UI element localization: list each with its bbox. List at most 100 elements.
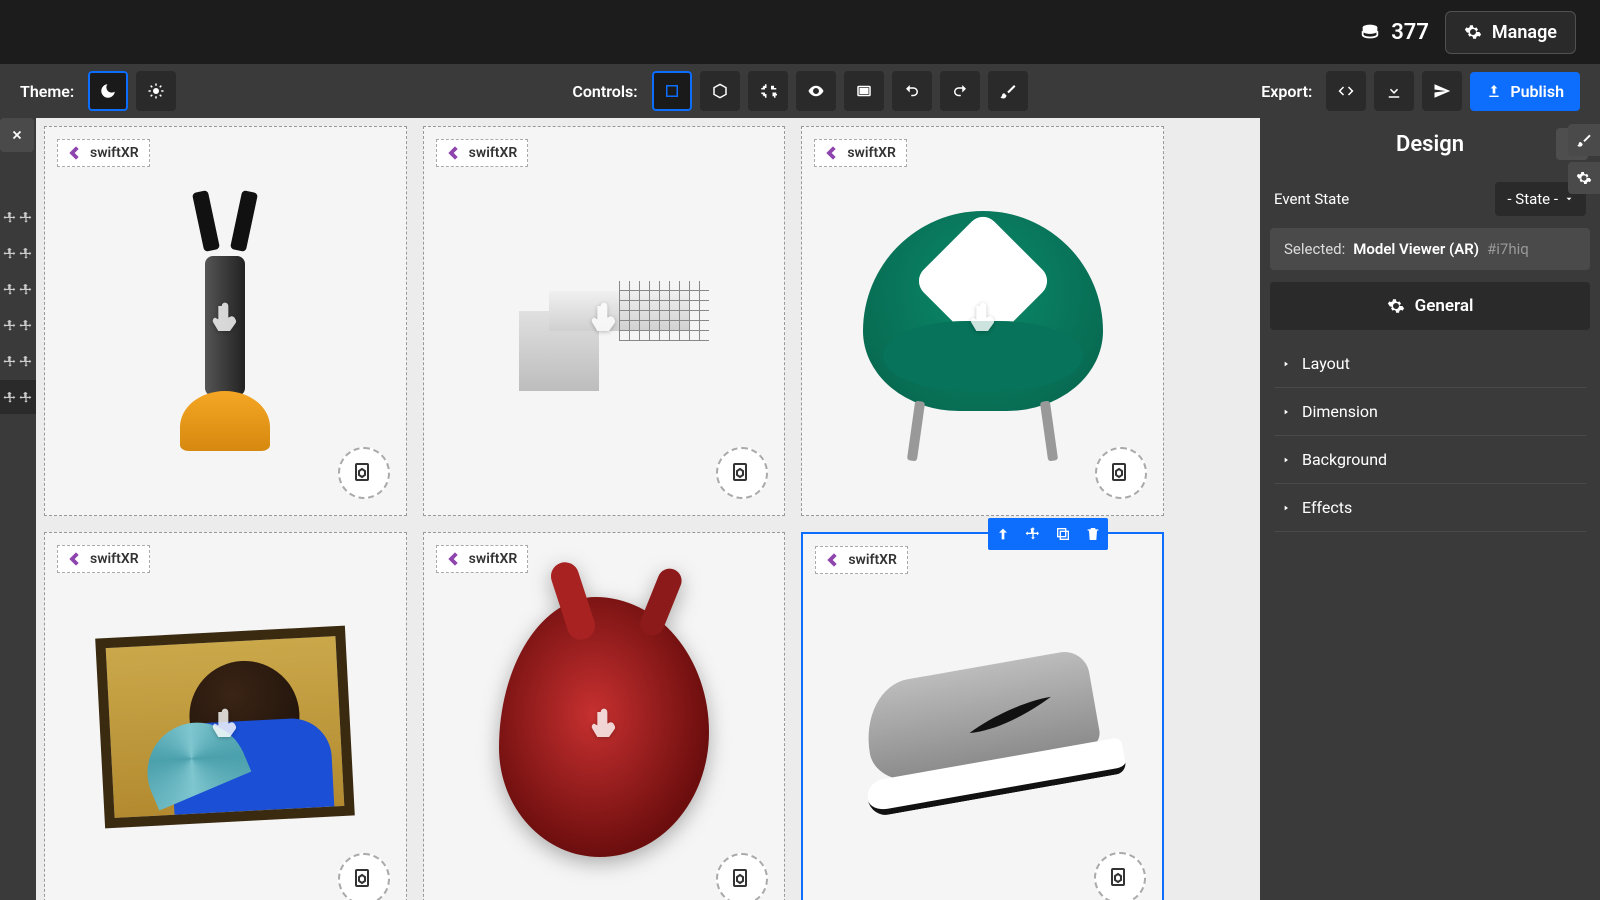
model-placeholder-robot xyxy=(170,191,280,451)
design-panel: Design Event State - State - Selected: M… xyxy=(1260,118,1600,900)
credits-value: 377 xyxy=(1391,20,1429,45)
chevron-down-icon xyxy=(1564,194,1574,204)
selection-move-button[interactable] xyxy=(1018,518,1048,550)
control-fullscreen-button[interactable] xyxy=(748,71,788,111)
publish-button[interactable]: Publish xyxy=(1470,72,1580,111)
upload-icon xyxy=(1486,83,1502,99)
rail-item-2[interactable] xyxy=(0,236,36,270)
ar-view-button[interactable] xyxy=(716,853,768,900)
left-rail xyxy=(0,118,36,900)
card-brand-badge: swiftXR xyxy=(57,545,150,573)
copy-icon xyxy=(1055,526,1071,542)
general-section-button[interactable]: General xyxy=(1270,282,1590,330)
control-clear-button[interactable] xyxy=(988,71,1028,111)
model-card[interactable]: swiftXR xyxy=(423,126,786,516)
control-preview-button[interactable] xyxy=(796,71,836,111)
swiftxr-logo-icon xyxy=(447,145,463,161)
theme-dark-button[interactable] xyxy=(88,71,128,111)
theme-light-button[interactable] xyxy=(136,71,176,111)
code-icon xyxy=(1337,82,1355,100)
model-placeholder-building xyxy=(499,251,709,391)
control-components-button[interactable] xyxy=(700,71,740,111)
swiftxr-logo-icon xyxy=(447,551,463,567)
ar-view-button[interactable] xyxy=(1094,852,1146,900)
model-placeholder-chair xyxy=(856,181,1108,461)
manage-label: Manage xyxy=(1492,22,1557,43)
download-icon xyxy=(1385,82,1403,100)
editor-toolbar: Theme: Controls: Export: Publish xyxy=(0,64,1600,118)
arrow-up-icon xyxy=(995,526,1011,542)
caret-right-icon xyxy=(1282,456,1290,464)
accordion-effects[interactable]: Effects xyxy=(1274,484,1586,532)
model-card[interactable]: swiftXR xyxy=(44,126,407,516)
publish-label: Publish xyxy=(1510,82,1564,101)
redo-icon xyxy=(951,82,969,100)
brush-icon xyxy=(1576,132,1592,148)
rail-item-5[interactable] xyxy=(0,344,36,378)
model-card-selected[interactable]: swiftXR xyxy=(801,532,1164,900)
brush-icon xyxy=(999,82,1017,100)
event-state-label: Event State xyxy=(1274,190,1349,208)
export-code-button[interactable] xyxy=(1326,71,1366,111)
caret-right-icon xyxy=(1282,360,1290,368)
ar-view-button[interactable] xyxy=(716,447,768,499)
canvas[interactable]: swiftXR swiftXR swiftXR xyxy=(36,118,1260,900)
export-label: Export: xyxy=(1261,82,1312,101)
gear-icon xyxy=(1387,297,1405,315)
rail-item-4[interactable] xyxy=(0,308,36,342)
rail-item-3[interactable] xyxy=(0,272,36,306)
selection-up-button[interactable] xyxy=(988,518,1018,550)
model-card[interactable]: swiftXR xyxy=(44,532,407,900)
swiftxr-logo-icon xyxy=(68,145,84,161)
selection-delete-button[interactable] xyxy=(1078,518,1108,550)
ar-view-button[interactable] xyxy=(338,447,390,499)
close-icon xyxy=(10,128,24,142)
trash-icon xyxy=(1085,526,1101,542)
state-select-value: - State - xyxy=(1507,190,1558,208)
card-brand-badge: swiftXR xyxy=(436,545,529,573)
coins-icon xyxy=(1359,21,1381,43)
move-icon xyxy=(3,211,17,225)
control-outline-button[interactable] xyxy=(652,71,692,111)
rail-item-1[interactable] xyxy=(0,200,36,234)
ar-cube-icon xyxy=(730,867,754,891)
accordion-layout[interactable]: Layout xyxy=(1274,340,1586,388)
model-card[interactable]: swiftXR xyxy=(801,126,1164,516)
send-icon xyxy=(1433,82,1451,100)
export-share-button[interactable] xyxy=(1422,71,1462,111)
control-redo-button[interactable] xyxy=(940,71,980,111)
theme-label: Theme: xyxy=(20,82,74,101)
manage-button[interactable]: Manage xyxy=(1445,11,1576,54)
ar-cube-icon xyxy=(730,461,754,485)
export-download-button[interactable] xyxy=(1374,71,1414,111)
controls-label: Controls: xyxy=(572,82,637,101)
control-undo-button[interactable] xyxy=(892,71,932,111)
ar-view-button[interactable] xyxy=(1095,447,1147,499)
panel-title: Design xyxy=(1396,132,1464,157)
move-icon xyxy=(1025,526,1041,542)
gear-icon xyxy=(1576,170,1592,186)
ar-cube-icon xyxy=(352,461,376,485)
model-card[interactable]: swiftXR xyxy=(423,532,786,900)
settings-tab-button[interactable] xyxy=(1568,162,1600,194)
ar-view-button[interactable] xyxy=(338,853,390,900)
card-brand-badge: swiftXR xyxy=(57,139,150,167)
ar-cube-icon xyxy=(352,867,376,891)
ar-cube-icon xyxy=(1109,461,1133,485)
swiftxr-logo-icon xyxy=(825,145,841,161)
style-tab-button[interactable] xyxy=(1568,124,1600,156)
general-label: General xyxy=(1415,296,1474,316)
card-brand-badge: swiftXR xyxy=(815,546,908,574)
rail-item-6[interactable] xyxy=(0,380,36,414)
left-rail-close-button[interactable] xyxy=(0,118,34,152)
undo-icon xyxy=(903,82,921,100)
swiftxr-logo-icon xyxy=(826,552,842,568)
ar-cube-icon xyxy=(1108,866,1132,890)
selection-duplicate-button[interactable] xyxy=(1048,518,1078,550)
accordion-dimension[interactable]: Dimension xyxy=(1274,388,1586,436)
box-icon xyxy=(711,82,729,100)
accordion-background[interactable]: Background xyxy=(1274,436,1586,484)
control-device-button[interactable] xyxy=(844,71,884,111)
right-mini-rail xyxy=(1568,124,1600,194)
model-placeholder-painting xyxy=(96,626,356,829)
